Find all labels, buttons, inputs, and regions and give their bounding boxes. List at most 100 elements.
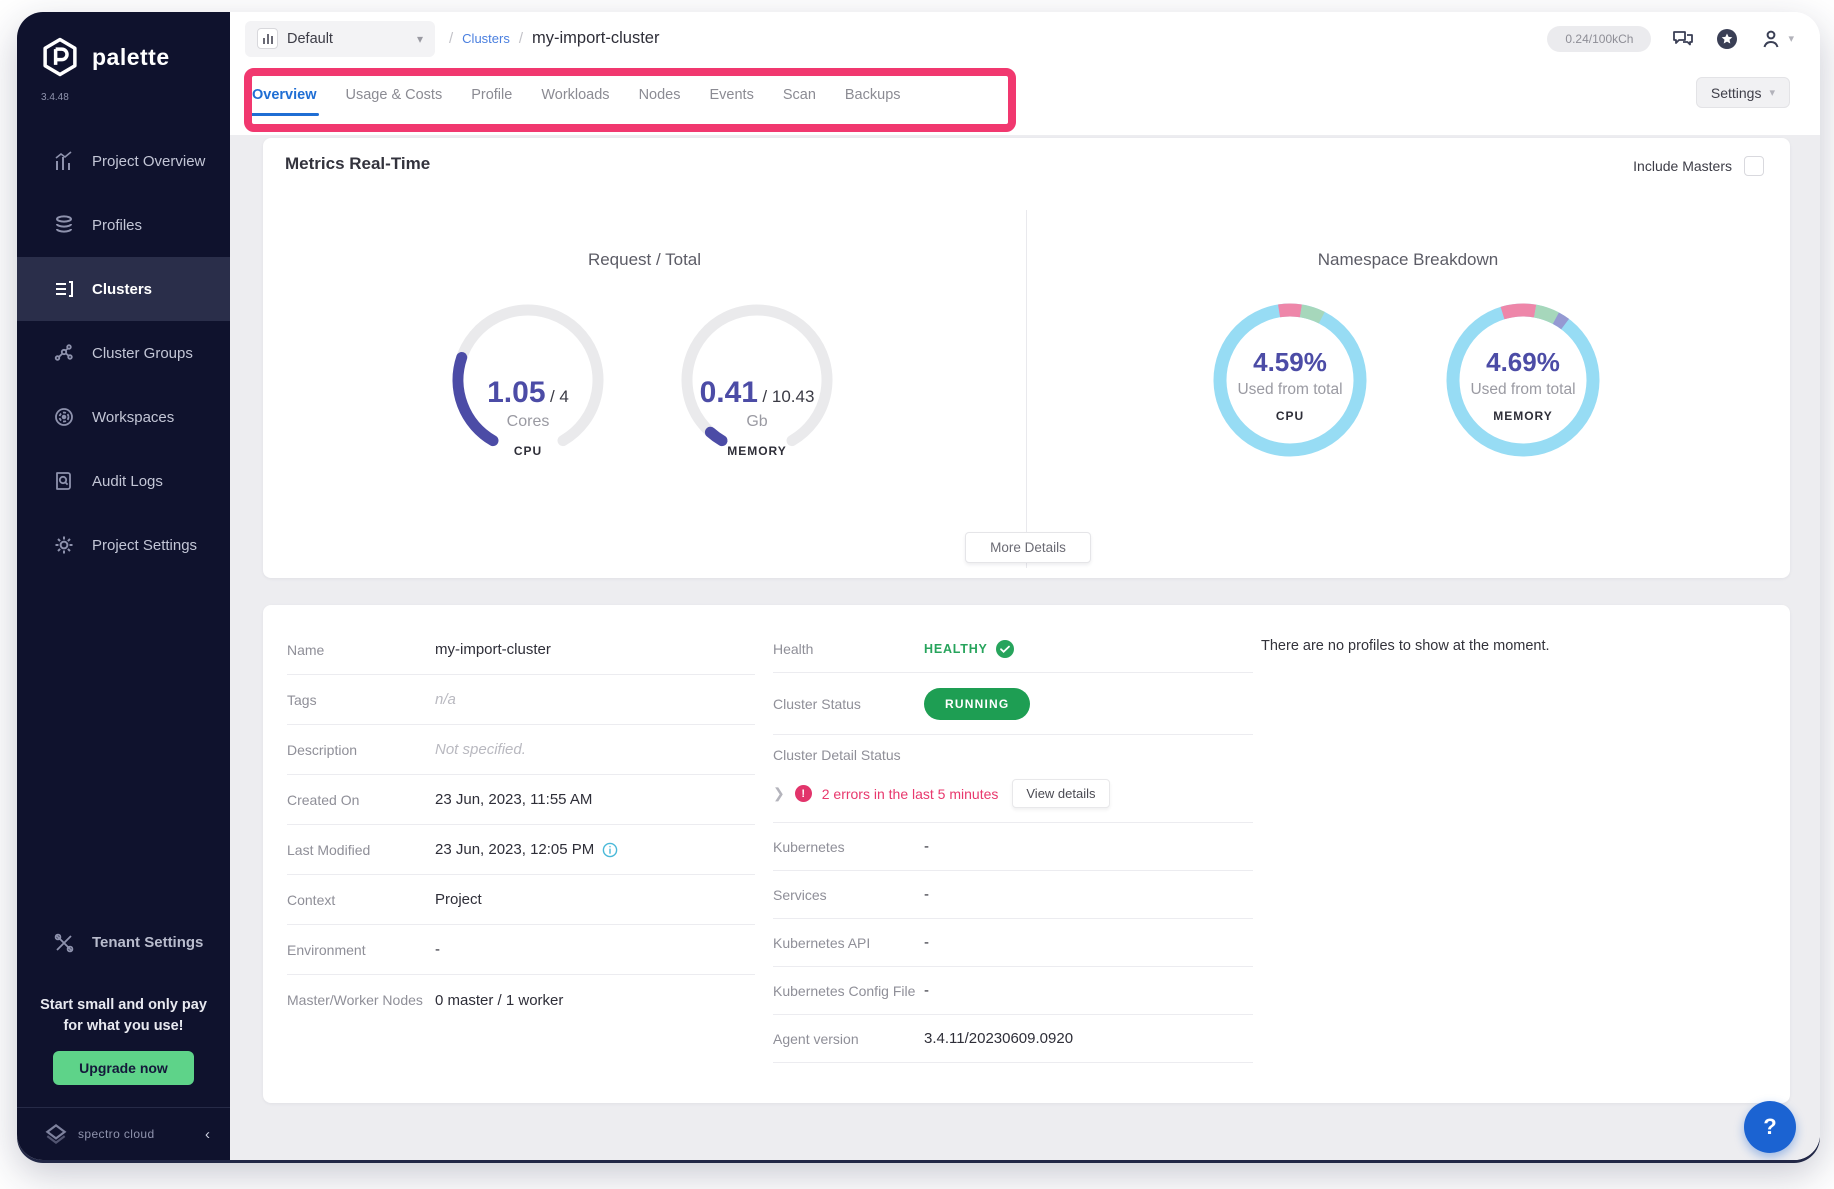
master-worker-value: 0 master / 1 worker bbox=[435, 992, 563, 1009]
collapse-sidebar-icon[interactable]: ‹ bbox=[205, 1126, 210, 1143]
description-value: Not specified. bbox=[435, 741, 526, 758]
table-row: Health HEALTHY bbox=[773, 625, 1253, 673]
request-total-title: Request / Total bbox=[263, 250, 1026, 270]
tools-icon bbox=[53, 932, 75, 954]
brand-name: palette bbox=[92, 44, 170, 71]
cluster-tabs: Overview Usage & Costs Profile Workloads… bbox=[250, 75, 903, 115]
check-circle-icon bbox=[996, 640, 1014, 658]
metrics-realtime-card: Metrics Real-Time Include Masters Reques… bbox=[263, 138, 1790, 578]
row-label: Cluster Status bbox=[773, 696, 924, 712]
tags-value: n/a bbox=[435, 691, 456, 708]
star-circle-icon[interactable] bbox=[1715, 27, 1739, 51]
help-button[interactable]: ? bbox=[1744, 1101, 1796, 1153]
context-value: Project bbox=[435, 891, 482, 908]
upgrade-promo-text: Start small and only pay for what you us… bbox=[17, 995, 230, 1037]
namespace-memory-label: MEMORY bbox=[1443, 409, 1603, 423]
sidebar-item-label: Workspaces bbox=[92, 409, 174, 426]
services-value: - bbox=[924, 886, 929, 903]
sidebar: palette 3.4.48 Project Overview Profiles bbox=[17, 12, 230, 1160]
tab-nodes[interactable]: Nodes bbox=[637, 78, 683, 112]
running-status-badge: RUNNING bbox=[924, 688, 1030, 720]
include-masters-control: Include Masters bbox=[1633, 156, 1764, 176]
cluster-info-column: Name my-import-cluster Tags n/a Descript… bbox=[287, 625, 755, 1025]
memory-used-value: 0.41 bbox=[700, 376, 758, 409]
cpu-total-value: / 4 bbox=[550, 387, 569, 406]
cpu-used-value: 1.05 bbox=[487, 376, 545, 409]
sidebar-item-audit-logs[interactable]: Audit Logs bbox=[17, 449, 230, 513]
sidebar-item-workspaces[interactable]: Workspaces bbox=[17, 385, 230, 449]
table-row: Created On 23 Jun, 2023, 11:55 AM bbox=[287, 775, 755, 825]
table-row: Name my-import-cluster bbox=[287, 625, 755, 675]
namespace-cpu-percent: 4.59% bbox=[1210, 347, 1370, 378]
cpu-gauge-label: CPU bbox=[448, 444, 608, 458]
table-row: Cluster Status RUNNING bbox=[773, 673, 1253, 735]
user-menu[interactable]: ▾ bbox=[1759, 27, 1794, 51]
layers-icon bbox=[53, 214, 75, 236]
memory-total-value: / 10.43 bbox=[762, 387, 814, 406]
breadcrumb-clusters-link[interactable]: Clusters bbox=[462, 31, 510, 46]
row-label: Created On bbox=[287, 792, 435, 808]
sidebar-bottom: Tenant Settings Start small and only pay… bbox=[17, 915, 230, 1160]
tab-workloads[interactable]: Workloads bbox=[539, 78, 611, 112]
sidebar-item-label: Audit Logs bbox=[92, 473, 163, 490]
sidebar-item-label: Project Settings bbox=[92, 537, 197, 554]
expand-chevron-icon[interactable]: ❯ bbox=[773, 785, 785, 802]
namespace-cpu-label: CPU bbox=[1210, 409, 1370, 423]
profiles-column: There are no profiles to show at the mom… bbox=[1261, 637, 1550, 655]
row-label: Kubernetes Config File bbox=[773, 983, 924, 999]
tab-backups[interactable]: Backups bbox=[843, 78, 903, 112]
row-label: Kubernetes bbox=[773, 839, 924, 855]
include-masters-checkbox[interactable] bbox=[1744, 156, 1764, 176]
health-status: HEALTHY bbox=[924, 640, 1014, 658]
cpu-gauge-chart: 1.05 / 4 Cores CPU bbox=[448, 300, 608, 478]
table-row: Description Not specified. bbox=[287, 725, 755, 775]
sidebar-item-profiles[interactable]: Profiles bbox=[17, 193, 230, 257]
user-icon bbox=[1759, 27, 1783, 51]
sidebar-item-tenant-settings[interactable]: Tenant Settings bbox=[17, 915, 230, 971]
sidebar-item-label: Clusters bbox=[92, 281, 152, 298]
breadcrumb-current: my-import-cluster bbox=[532, 29, 659, 48]
sidebar-item-cluster-groups[interactable]: Cluster Groups bbox=[17, 321, 230, 385]
tab-scan[interactable]: Scan bbox=[781, 78, 818, 112]
include-masters-label: Include Masters bbox=[1633, 158, 1732, 174]
sidebar-item-clusters[interactable]: Clusters bbox=[17, 257, 230, 321]
cluster-name-value: my-import-cluster bbox=[435, 641, 551, 658]
tab-events[interactable]: Events bbox=[707, 78, 755, 112]
more-details-button[interactable]: More Details bbox=[965, 532, 1091, 563]
tab-profile[interactable]: Profile bbox=[469, 78, 514, 112]
sidebar-item-project-overview[interactable]: Project Overview bbox=[17, 129, 230, 193]
row-label: Name bbox=[287, 642, 435, 658]
palette-logo-icon bbox=[39, 36, 81, 78]
audit-search-icon bbox=[53, 470, 75, 492]
breadcrumb-slash: / bbox=[519, 30, 523, 47]
settings-button[interactable]: Settings ▾ bbox=[1696, 77, 1790, 108]
chevron-down-icon: ▾ bbox=[417, 32, 423, 46]
namespace-cpu-caption: Used from total bbox=[1210, 381, 1370, 399]
breadcrumb: / Clusters / my-import-cluster bbox=[449, 29, 659, 48]
project-selector[interactable]: Default ▾ bbox=[245, 21, 435, 57]
no-profiles-message: There are no profiles to show at the mom… bbox=[1261, 638, 1550, 654]
namespace-memory-donut-chart: 4.69% Used from total MEMORY bbox=[1443, 300, 1603, 478]
row-label: Services bbox=[773, 887, 924, 903]
sidebar-nav: Project Overview Profiles Clusters C bbox=[17, 129, 230, 577]
info-icon[interactable] bbox=[602, 842, 618, 858]
created-on-value: 23 Jun, 2023, 11:55 AM bbox=[435, 791, 592, 808]
view-details-button[interactable]: View details bbox=[1012, 779, 1109, 808]
app-window: palette 3.4.48 Project Overview Profiles bbox=[17, 12, 1820, 1160]
tab-usage-costs[interactable]: Usage & Costs bbox=[344, 78, 445, 112]
sidebar-item-project-settings[interactable]: Project Settings bbox=[17, 513, 230, 577]
healthy-label: HEALTHY bbox=[924, 642, 988, 656]
breadcrumb-slash: / bbox=[449, 30, 453, 47]
kubernetes-api-value: - bbox=[924, 934, 929, 951]
cpu-unit: Cores bbox=[448, 413, 608, 431]
main-area: Default ▾ / Clusters / my-import-cluster… bbox=[230, 12, 1820, 1160]
chat-icon[interactable] bbox=[1671, 27, 1695, 51]
table-row: Services - bbox=[773, 871, 1253, 919]
cluster-detail-status-block: Cluster Detail Status ❯ ! 2 errors in th… bbox=[773, 735, 1253, 823]
spectro-cloud-logo-icon bbox=[43, 1121, 69, 1147]
table-row: Agent version 3.4.11/20230609.0920 bbox=[773, 1015, 1253, 1063]
tab-overview[interactable]: Overview bbox=[250, 78, 319, 112]
upgrade-now-button[interactable]: Upgrade now bbox=[53, 1051, 194, 1085]
bar-chart-icon bbox=[53, 150, 75, 172]
topbar: Default ▾ / Clusters / my-import-cluster… bbox=[230, 12, 1820, 65]
